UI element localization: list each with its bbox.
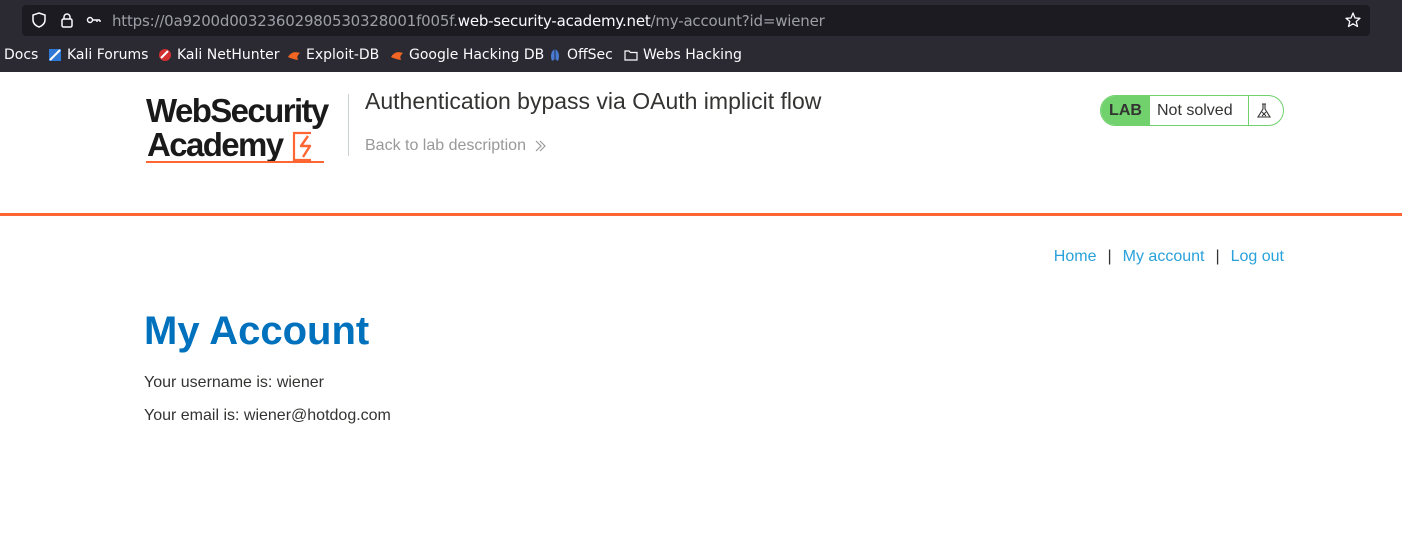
bookmark-docs[interactable]: Docs (4, 47, 38, 63)
bookmark-label: Docs (4, 47, 39, 63)
bookmark-label: Exploit-DB (306, 47, 380, 63)
bookmark-kali-nethunter[interactable]: Kali NetHunter (158, 47, 279, 63)
lab-badge: LAB (1101, 96, 1150, 125)
lab-status-widget: LAB Not solved (1100, 95, 1284, 126)
back-to-lab-description-link[interactable]: Back to lab description (365, 137, 546, 155)
bookmark-label: Kali NetHunter (177, 47, 280, 63)
bookmark-exploit-db[interactable]: Exploit-DB (287, 47, 379, 63)
header-divider (348, 94, 349, 156)
kali-nethunter-icon (159, 49, 171, 61)
nav-home-link[interactable]: Home (1054, 248, 1097, 266)
double-chevron-right-icon (535, 140, 546, 152)
page-title: My Account (144, 309, 370, 353)
permissions-icon[interactable] (85, 11, 103, 29)
bookmark-label: Webs Hacking (643, 47, 742, 63)
flask-icon (1257, 103, 1271, 118)
logo-line-2: Academy (147, 126, 284, 163)
email-text: Your email is: wiener@hotdog.com (144, 407, 391, 424)
status-separator (1248, 96, 1249, 125)
bookmarks-bar: Docs Kali Forums Kali NetHunter Exploit-… (0, 40, 1402, 72)
bookmark-offsec[interactable]: OffSec (548, 47, 613, 63)
account-nav: Home | My account | Log out (1054, 248, 1284, 266)
folder-icon (624, 50, 638, 61)
bookmark-webs-hacking[interactable]: Webs Hacking (624, 47, 742, 63)
address-bar[interactable]: https://0a9200d00323602980530328001f005f… (22, 5, 1370, 36)
lab-header: WebSecurity Academy Authentication bypas… (0, 72, 1402, 216)
nav-separator: | (1107, 248, 1112, 265)
bookmark-kali-forums[interactable]: Kali Forums (48, 47, 148, 63)
bookmark-label: OffSec (567, 47, 613, 63)
bookmark-label: Kali Forums (67, 47, 149, 63)
offsec-icon (551, 49, 559, 61)
exploit-db-icon (288, 52, 300, 60)
bookmark-google-hacking-db[interactable]: Google Hacking DB (390, 47, 544, 63)
lab-status-text: Not solved (1157, 102, 1233, 119)
bookmark-star-icon[interactable] (1344, 11, 1362, 29)
nav-separator: | (1215, 248, 1220, 265)
username-text: Your username is: wiener (144, 374, 324, 391)
bookmark-label: Google Hacking DB (409, 47, 545, 63)
url-prefix: https://0a9200d00323602980530328001f005f… (112, 12, 458, 30)
back-link-label: Back to lab description (365, 137, 526, 154)
shield-icon[interactable] (30, 11, 48, 29)
nav-my-account-link[interactable]: My account (1123, 248, 1205, 266)
url-path: /my-account?id=wiener (650, 12, 825, 30)
kali-forums-icon (49, 49, 61, 61)
browser-chrome: https://0a9200d00323602980530328001f005f… (0, 0, 1402, 72)
lab-title: Authentication bypass via OAuth implicit… (365, 88, 822, 114)
ghdb-icon (391, 52, 403, 60)
logo-mark-icon (292, 131, 312, 162)
url-domain: web-security-academy.net (457, 12, 651, 30)
web-security-academy-logo[interactable]: WebSecurity Academy (146, 94, 346, 164)
lock-icon[interactable] (58, 11, 76, 29)
nav-log-out-link[interactable]: Log out (1231, 248, 1284, 266)
logo-line-1: WebSecurity (146, 92, 329, 129)
url-text[interactable]: https://0a9200d00323602980530328001f005f… (112, 12, 825, 30)
